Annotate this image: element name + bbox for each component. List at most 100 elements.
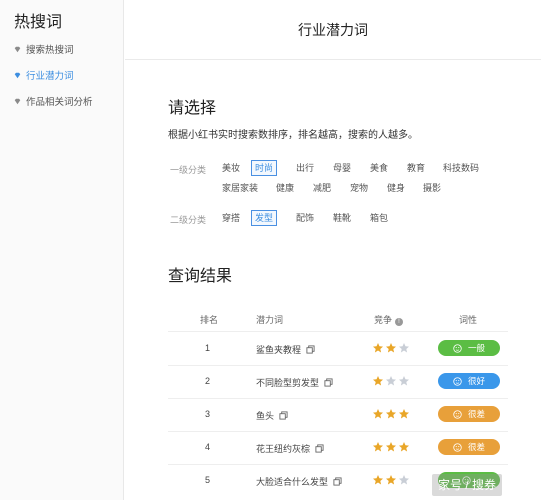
chip-level1[interactable]: 教育 [403, 160, 429, 176]
star-icon [372, 441, 384, 453]
rank-cell: 3 [205, 409, 211, 419]
chip-level1[interactable]: 美食 [366, 160, 392, 176]
chip-level1[interactable]: 家居家装 [218, 180, 262, 196]
chip-level1[interactable]: 母婴 [329, 160, 355, 176]
star-icon [385, 474, 397, 486]
star-icon [398, 342, 410, 354]
header: 行业潜力词 [125, 0, 541, 60]
chip-level1[interactable]: 健身 [383, 180, 409, 196]
star-icon [398, 474, 410, 486]
star-icon [385, 342, 397, 354]
star-icon [372, 474, 384, 486]
word-cell: 花王纽约灰棕 [256, 442, 324, 455]
star-icon [398, 441, 410, 453]
competition-stars [372, 441, 410, 453]
competition-stars [372, 375, 410, 387]
star-icon [398, 408, 410, 420]
row-divider [168, 365, 508, 366]
sidebar-item-industry-words[interactable]: 行业潜力词 [14, 67, 74, 83]
star-icon [385, 375, 397, 387]
chip-level2[interactable]: 箱包 [366, 210, 392, 226]
sentiment-label: 很好 [467, 376, 485, 386]
results-heading: 查询结果 [168, 268, 233, 285]
copy-icon[interactable] [315, 444, 324, 453]
chip-level1[interactable]: 美妆 [218, 160, 244, 176]
sidebar-item-work-analysis[interactable]: 作品相关词分析 [14, 93, 93, 109]
sidebar-item-label: 作品相关词分析 [26, 97, 93, 108]
sentiment-label: 一般 [467, 343, 485, 353]
copy-icon[interactable] [333, 477, 342, 486]
face-icon [453, 442, 462, 452]
star-icon [372, 375, 384, 387]
word-text: 大脸适合什么发型 [256, 477, 329, 487]
row-divider [168, 431, 508, 432]
level1-label: 一级分类 [170, 165, 207, 175]
star-icon [372, 408, 384, 420]
watermark: 家号 / 搜券 [432, 474, 503, 496]
diamond-icon [14, 72, 21, 79]
rank-cell: 2 [205, 376, 211, 386]
chip-level1[interactable]: 出行 [292, 160, 318, 176]
star-icon [372, 342, 384, 354]
word-cell: 大脸适合什么发型 [256, 475, 342, 488]
sentiment-badge: 很差 [438, 439, 500, 455]
sentiment-label: 很差 [467, 442, 485, 452]
copy-icon[interactable] [324, 378, 333, 387]
word-text: 鲨鱼夹教程 [256, 345, 302, 355]
column-competition-label: 竞争 [374, 315, 393, 325]
star-icon [385, 408, 397, 420]
column-rank: 排名 [200, 315, 219, 325]
sentiment-label: 很差 [467, 409, 485, 419]
sidebar-item-label: 行业潜力词 [26, 71, 74, 82]
row-divider [168, 398, 508, 399]
diamond-icon [14, 98, 21, 105]
chip-level1[interactable]: 宠物 [346, 180, 372, 196]
sentiment-badge: 很好 [438, 373, 500, 389]
column-word: 潜力词 [256, 315, 284, 325]
chip-level1[interactable]: 科技数码 [439, 160, 483, 176]
star-icon [385, 441, 397, 453]
sidebar-title: 热搜词 [14, 14, 63, 31]
competition-stars [372, 408, 410, 420]
sentiment-badge: 一般 [438, 340, 500, 356]
select-heading: 请选择 [168, 100, 217, 117]
sidebar-item-label: 搜索热搜词 [26, 45, 74, 56]
chip-level1[interactable]: 减肥 [309, 180, 335, 196]
copy-icon[interactable] [306, 345, 315, 354]
star-icon [398, 375, 410, 387]
chip-level2[interactable]: 配饰 [292, 210, 318, 226]
page-title: 行业潜力词 [298, 22, 368, 38]
word-text: 花王纽约灰棕 [256, 444, 311, 454]
rank-cell: 4 [205, 442, 211, 452]
column-competition: 竞争! [374, 313, 404, 326]
row-divider [168, 464, 508, 465]
word-cell: 鱼头 [256, 409, 288, 422]
column-sentiment: 词性 [459, 315, 478, 325]
competition-stars [372, 342, 410, 354]
select-description: 根据小红书实时搜索数排序，排名越高，搜索的人越多。 [168, 130, 418, 141]
word-cell: 鲨鱼夹教程 [256, 343, 315, 356]
help-icon[interactable]: ! [395, 318, 404, 326]
sentiment-badge: 很差 [438, 406, 500, 422]
face-icon [453, 343, 462, 353]
face-icon [453, 409, 462, 419]
diamond-icon [14, 46, 21, 53]
header-divider [168, 331, 508, 332]
word-cell: 不同脸型剪发型 [256, 376, 333, 389]
chip-level2-selected[interactable]: 发型 [251, 210, 278, 226]
sidebar: 热搜词 搜索热搜词 行业潜力词 作品相关词分析 [0, 0, 124, 500]
face-icon [453, 376, 462, 386]
sidebar-item-hot-search[interactable]: 搜索热搜词 [14, 41, 74, 57]
chip-level2[interactable]: 鞋靴 [329, 210, 355, 226]
chip-level2[interactable]: 穿搭 [218, 210, 244, 226]
chip-level1[interactable]: 摄影 [419, 180, 445, 196]
chip-level1[interactable]: 健康 [272, 180, 298, 196]
competition-stars [372, 474, 410, 486]
copy-icon[interactable] [279, 411, 288, 420]
chip-level1-selected[interactable]: 时尚 [251, 160, 278, 176]
word-text: 不同脸型剪发型 [256, 378, 320, 388]
level2-label: 二级分类 [170, 215, 207, 225]
rank-cell: 5 [205, 475, 211, 485]
rank-cell: 1 [205, 343, 211, 353]
word-text: 鱼头 [256, 411, 275, 421]
